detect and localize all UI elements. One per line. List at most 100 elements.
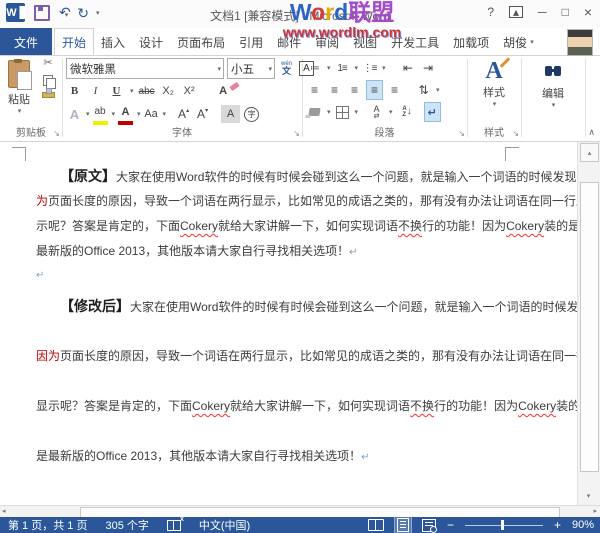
undo-button[interactable]: ↶▾ — [59, 4, 68, 22]
line-spacing-icon[interactable]: ⇅ — [416, 81, 431, 99]
change-case-caret-icon[interactable]: ▾ — [163, 110, 167, 118]
styles-button[interactable]: A 样式 ▾ — [467, 58, 521, 108]
tab-邮件[interactable]: 邮件 — [270, 28, 308, 56]
read-mode-icon[interactable] — [368, 519, 384, 531]
language-indicator[interactable]: 中文(中国) — [199, 517, 250, 533]
font-dialog-launcher-icon[interactable]: ↘ — [293, 130, 300, 138]
web-layout-icon[interactable] — [422, 519, 436, 532]
highlight-caret-icon[interactable]: ▾ — [112, 110, 116, 118]
collapse-ribbon-icon[interactable]: ∧ — [588, 127, 595, 138]
zoom-slider[interactable] — [465, 525, 543, 526]
font-color-caret-icon[interactable]: ▾ — [137, 110, 141, 118]
print-layout-selected[interactable] — [395, 516, 411, 533]
styles-dialog-launcher-icon[interactable]: ↘ — [512, 130, 519, 138]
cut-icon[interactable]: ✂ — [43, 58, 52, 69]
minimize-button[interactable]: ─ — [538, 6, 547, 18]
align-center-icon[interactable]: ≡ — [327, 81, 342, 99]
scroll-down-arrow-icon[interactable]: ▾ — [580, 488, 597, 503]
align-right-icon[interactable]: ≡ — [347, 81, 362, 99]
tab-引用[interactable]: 引用 — [232, 28, 270, 56]
tab-文件[interactable]: 文件 — [0, 28, 52, 56]
borders-caret-icon[interactable]: ▾ — [355, 108, 359, 116]
document-page[interactable]: 【原文】大家在使用Word软件的时候有时候会碰到这么一个问题，就是输入一个词语的… — [0, 141, 578, 505]
redo-icon[interactable]: ↻ — [77, 6, 89, 20]
asian-layout-caret-icon[interactable]: ▾ — [389, 108, 393, 116]
undo-caret-icon[interactable]: ▾ — [65, 12, 69, 19]
font-name-caret-icon[interactable]: ▾ — [217, 65, 221, 73]
tab-开发工具[interactable]: 开发工具 — [384, 28, 446, 56]
proofing-status-icon[interactable] — [167, 520, 181, 531]
vertical-scrollbar-thumb[interactable] — [580, 182, 599, 472]
borders-icon[interactable] — [336, 106, 349, 119]
tab-胡俊[interactable]: 胡俊▾ — [496, 28, 541, 56]
highlight-color-icon[interactable]: ab — [93, 103, 108, 125]
tab-caret-icon[interactable]: ▾ — [530, 38, 534, 46]
font-color-icon[interactable]: A — [118, 103, 133, 125]
shading-caret-icon[interactable]: ▾ — [327, 108, 331, 116]
tab-开始[interactable]: 开始 — [54, 28, 94, 56]
subscript-button[interactable]: X₂ — [161, 82, 176, 100]
distribute-icon[interactable]: ≡ — [387, 81, 402, 99]
line-spacing-caret-icon[interactable]: ▾ — [436, 86, 440, 94]
zoom-level[interactable]: 90% — [572, 519, 594, 531]
shading-icon[interactable] — [308, 108, 320, 116]
tab-设计[interactable]: 设计 — [132, 28, 170, 56]
font-name-combo[interactable]: 微软雅黑 ▾ — [66, 58, 224, 79]
multilevel-caret-icon[interactable]: ▾ — [382, 64, 386, 72]
numbering-caret-icon[interactable]: ▾ — [355, 64, 359, 72]
zoom-in-button[interactable]: + — [554, 519, 561, 531]
change-case-button[interactable]: Aa — [144, 105, 159, 123]
copy-icon[interactable] — [43, 75, 53, 86]
grow-font-button[interactable]: A▴ — [176, 105, 191, 123]
help-button[interactable]: ? — [487, 6, 494, 18]
superscript-button[interactable]: X² — [182, 82, 197, 100]
numbering-icon[interactable]: 1≡ — [335, 59, 350, 77]
font-size-caret-icon[interactable]: ▾ — [268, 65, 272, 73]
save-icon[interactable] — [34, 5, 50, 21]
maximize-button[interactable]: □ — [562, 6, 569, 18]
paragraph-dialog-launcher-icon[interactable]: ↘ — [458, 130, 465, 138]
show-hide-marks-icon[interactable]: ↵ — [425, 103, 440, 121]
customize-qat-icon[interactable]: ▾ — [96, 9, 100, 17]
multilevel-list-icon[interactable]: ⋮≡ — [362, 59, 377, 77]
underline-caret-icon[interactable]: ▾ — [130, 87, 134, 95]
align-left-icon[interactable]: ≡ — [307, 81, 322, 99]
underline-button[interactable]: U — [109, 82, 124, 100]
font-size-combo[interactable]: 小五 ▾ — [227, 58, 275, 79]
scroll-right-arrow-icon[interactable]: ▸ — [593, 507, 597, 515]
clipboard-dialog-launcher-icon[interactable]: ↘ — [53, 130, 60, 138]
tab-审阅[interactable]: 审阅 — [308, 28, 346, 56]
page-indicator[interactable]: 第 1 页，共 1 页 — [8, 517, 87, 533]
word-count[interactable]: 305 个字 — [105, 517, 148, 533]
scroll-left-arrow-icon[interactable]: ◂ — [2, 507, 6, 515]
tab-插入[interactable]: 插入 — [94, 28, 132, 56]
format-painter-icon[interactable] — [42, 92, 55, 98]
ribbon-display-options-icon[interactable]: ▴ — [509, 6, 523, 18]
decrease-indent-icon[interactable]: ⇤ — [401, 59, 416, 77]
tab-加载项[interactable]: 加载项 — [446, 28, 496, 56]
asian-layout-icon[interactable]: A ⇄ — [369, 103, 384, 121]
character-shading-icon[interactable]: A — [221, 105, 240, 123]
clear-formatting-icon[interactable]: A — [216, 82, 231, 100]
sort-icon[interactable]: AZ ↓ — [400, 103, 415, 121]
phonetic-guide-icon[interactable]: wén 文 — [279, 60, 294, 78]
italic-button[interactable]: I — [88, 82, 103, 100]
bullets-caret-icon[interactable]: ▾ — [327, 64, 331, 72]
zoom-slider-thumb[interactable] — [501, 520, 504, 530]
justify-icon[interactable]: ≡ — [367, 81, 382, 99]
user-avatar[interactable] — [567, 29, 593, 56]
bold-button[interactable]: B — [67, 82, 82, 100]
tab-视图[interactable]: 视图 — [346, 28, 384, 56]
strikethrough-button[interactable]: abc — [139, 82, 155, 100]
increase-indent-icon[interactable]: ⇥ — [421, 59, 436, 77]
close-button[interactable]: × — [584, 5, 592, 19]
paste-caret-icon[interactable]: ▾ — [4, 107, 35, 115]
vertical-scrollbar[interactable]: ▴ ▾ — [577, 141, 600, 505]
enclose-characters-icon[interactable]: 字 — [244, 107, 259, 122]
text-effects-caret-icon[interactable]: ▾ — [86, 110, 90, 118]
tab-页面布局[interactable]: 页面布局 — [170, 28, 232, 56]
bullets-icon[interactable]: ≔ — [307, 59, 322, 77]
text-effects-icon[interactable]: A — [67, 105, 82, 123]
editing-button[interactable]: 编辑 ▾ — [521, 58, 585, 109]
zoom-out-button[interactable]: − — [447, 519, 454, 531]
